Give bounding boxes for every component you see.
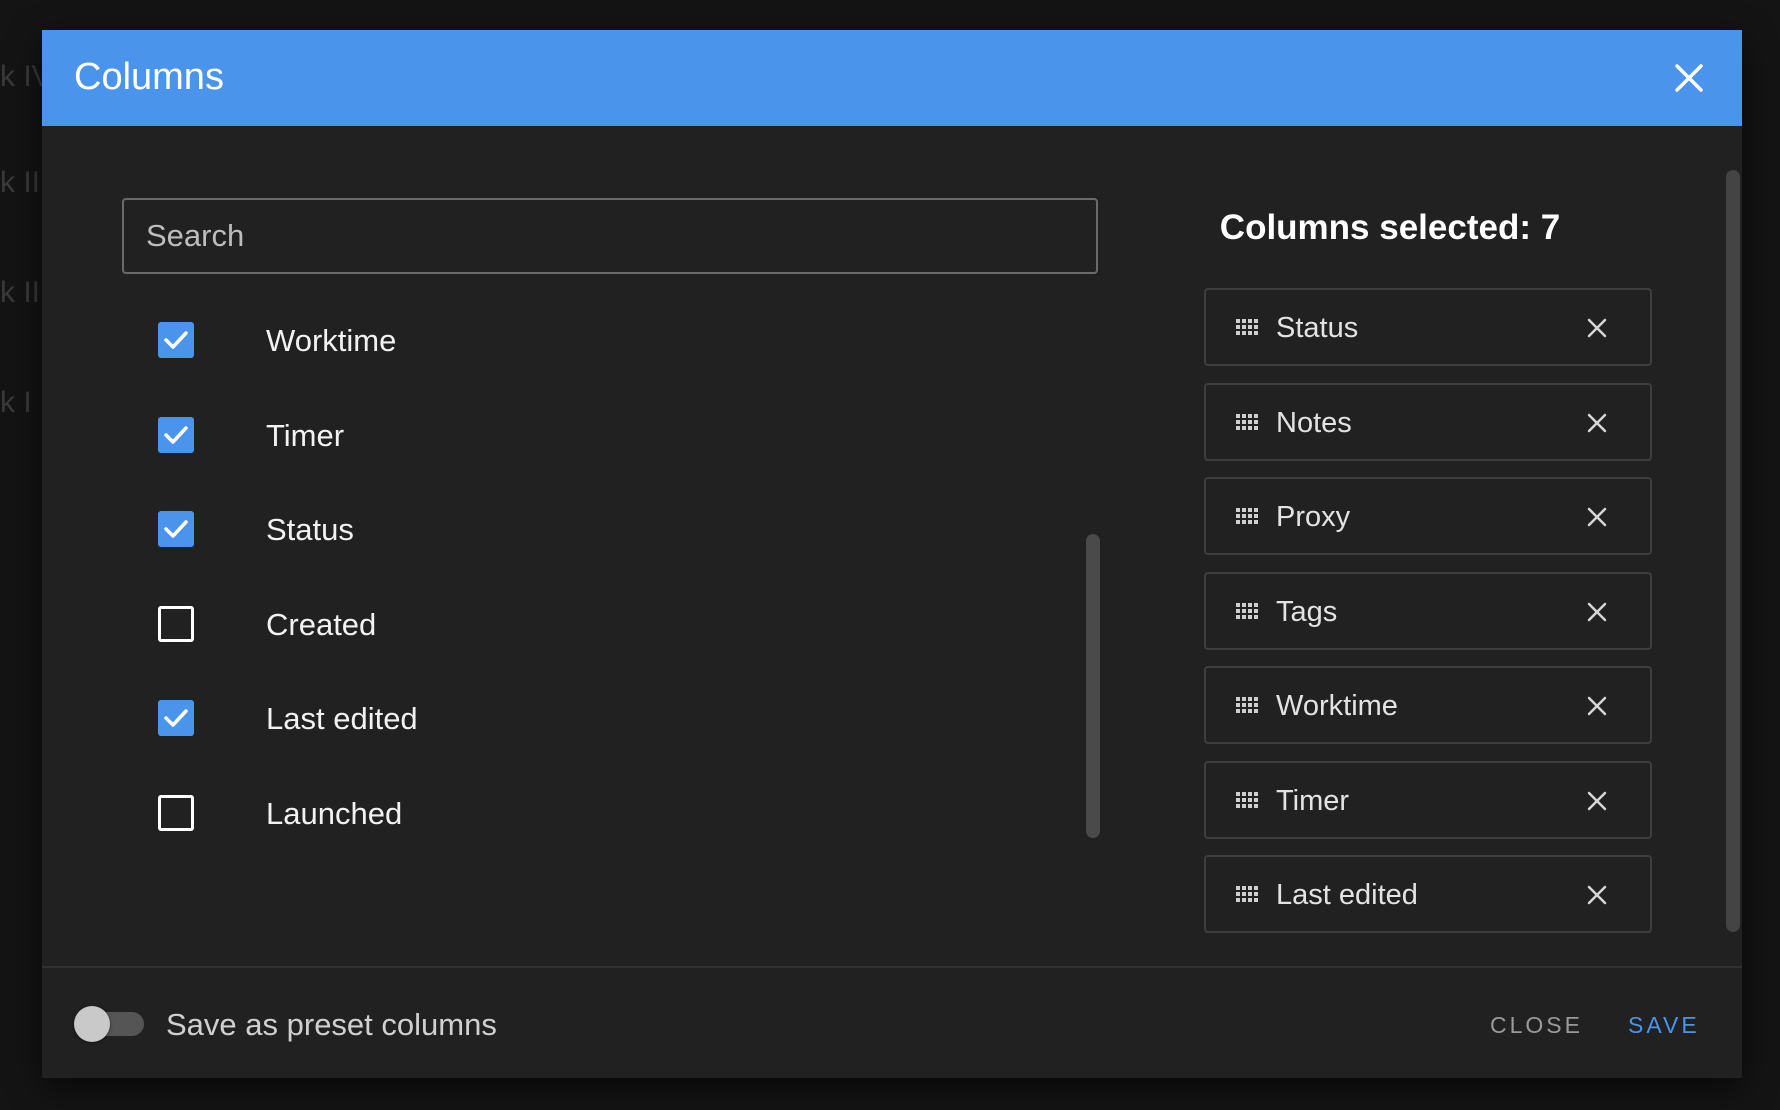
selected-column-chip[interactable]: Status: [1204, 288, 1652, 366]
selected-column-chip[interactable]: Notes: [1204, 382, 1652, 461]
options-scrollbar[interactable]: [1086, 534, 1100, 838]
save-button[interactable]: SAVE: [1622, 1008, 1706, 1043]
close-button[interactable]: CLOSE: [1484, 1008, 1589, 1043]
dialog-title: Columns: [74, 56, 224, 98]
checkbox-unchecked[interactable]: [158, 794, 194, 831]
drag-handle-icon[interactable]: [1236, 602, 1258, 619]
dialog-header: Columns: [42, 30, 1742, 126]
footer-divider: [42, 966, 1742, 968]
search-input[interactable]: [122, 198, 1098, 274]
selected-column-label: Notes: [1276, 406, 1352, 439]
checkmark-icon: [164, 331, 188, 349]
remove-column-icon[interactable]: [1586, 412, 1608, 439]
column-option-label: Worktime: [266, 323, 397, 358]
checkmark-icon: [164, 709, 188, 727]
dialog-scrollbar[interactable]: [1726, 170, 1740, 932]
drag-handle-icon[interactable]: [1236, 791, 1258, 808]
remove-column-icon[interactable]: [1586, 506, 1608, 533]
close-icon[interactable]: [1669, 58, 1709, 98]
drag-handle-icon[interactable]: [1236, 508, 1258, 524]
column-option[interactable]: Created: [158, 594, 858, 654]
selected-column-label: Status: [1276, 312, 1359, 344]
remove-column-icon[interactable]: [1586, 695, 1608, 722]
selected-column-chip[interactable]: Worktime: [1204, 666, 1652, 744]
checkmark-icon: [164, 520, 188, 538]
save-preset-label: Save as preset columns: [166, 1007, 497, 1042]
column-option[interactable]: Worktime: [158, 310, 858, 370]
column-option[interactable]: Timer: [158, 405, 858, 465]
remove-column-icon[interactable]: [1586, 790, 1608, 817]
selected-column-chip[interactable]: Last edited: [1204, 855, 1652, 933]
selected-column-chip[interactable]: Tags: [1204, 571, 1652, 650]
selected-column-label: Tags: [1276, 595, 1338, 628]
selected-column-label: Last edited: [1276, 879, 1418, 911]
selected-column-label: Proxy: [1276, 501, 1351, 533]
checkbox-checked[interactable]: [158, 416, 194, 453]
drag-handle-icon[interactable]: [1236, 319, 1258, 335]
checkbox-checked[interactable]: [158, 511, 194, 547]
column-option[interactable]: Status: [158, 499, 858, 559]
checkbox-unchecked[interactable]: [158, 605, 194, 642]
selected-column-label: Worktime: [1276, 690, 1398, 722]
background-row-label: k II: [0, 276, 41, 309]
checkbox-checked[interactable]: [158, 322, 194, 358]
selected-column-chip[interactable]: Proxy: [1204, 477, 1652, 555]
column-option-label: Last edited: [266, 701, 418, 736]
background-row-label: k I: [0, 386, 32, 419]
columns-dialog: Columns Worktime Timer Status Created Last e…: [42, 30, 1742, 1078]
drag-handle-icon[interactable]: [1236, 886, 1258, 902]
column-option-label: Status: [266, 512, 354, 547]
checkmark-icon: [164, 425, 188, 444]
column-option[interactable]: Last edited: [158, 688, 858, 748]
remove-column-icon[interactable]: [1586, 317, 1608, 344]
column-option-label: Created: [266, 606, 377, 642]
checkbox-checked[interactable]: [158, 700, 194, 736]
selected-column-label: Timer: [1276, 784, 1350, 817]
remove-column-icon[interactable]: [1586, 884, 1608, 911]
column-option-label: Launched: [266, 795, 403, 831]
save-preset-toggle[interactable]: [74, 1006, 144, 1042]
toggle-knob: [74, 1006, 110, 1042]
column-option-label: Timer: [266, 417, 345, 453]
drag-handle-icon[interactable]: [1236, 413, 1258, 430]
column-option[interactable]: Launched: [158, 783, 858, 843]
drag-handle-icon[interactable]: [1236, 697, 1258, 713]
remove-column-icon[interactable]: [1586, 601, 1608, 628]
selected-column-chip[interactable]: Timer: [1204, 760, 1652, 839]
columns-selected-heading: Columns selected: 7: [1219, 208, 1561, 247]
